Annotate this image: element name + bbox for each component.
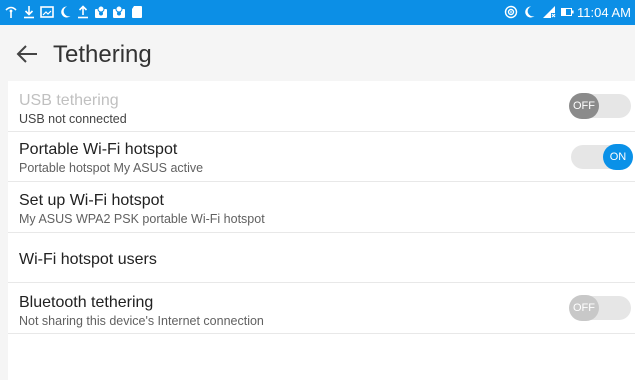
setting-subtitle: Portable hotspot My ASUS active bbox=[19, 161, 204, 175]
setting-title: Set up Wi-Fi hotspot bbox=[19, 192, 164, 209]
badge-icon bbox=[112, 5, 126, 19]
setting-title: Bluetooth tethering bbox=[19, 294, 154, 311]
setting-subtitle: USB not connected bbox=[19, 112, 127, 126]
moon-icon bbox=[58, 5, 72, 19]
setting-bluetooth-tethering[interactable]: Bluetooth tethering Not sharing this dev… bbox=[8, 283, 635, 334]
upload-icon bbox=[76, 5, 90, 19]
setting-hotspot-users[interactable]: Wi-Fi hotspot users bbox=[8, 233, 635, 283]
setting-subtitle: Not sharing this device's Internet conne… bbox=[19, 314, 264, 328]
setting-setup-hotspot[interactable]: Set up Wi-Fi hotspot My ASUS WPA2 PSK po… bbox=[8, 182, 635, 233]
portable-hotspot-toggle[interactable]: ON bbox=[571, 144, 633, 170]
toggle-label: ON bbox=[603, 144, 633, 170]
sd-card-icon bbox=[130, 5, 144, 19]
wifi-tether-icon bbox=[4, 5, 18, 19]
battery-icon bbox=[560, 5, 574, 19]
setting-title: Wi-Fi hotspot users bbox=[19, 251, 157, 268]
page-title: Tethering bbox=[53, 41, 152, 68]
setting-title: USB tethering bbox=[19, 92, 119, 109]
hotspot-icon bbox=[504, 5, 518, 19]
download-icon bbox=[22, 5, 36, 19]
setting-usb-tethering: USB tethering USB not connected OFF bbox=[8, 81, 635, 132]
setting-title: Portable Wi-Fi hotspot bbox=[19, 141, 178, 158]
setting-subtitle: My ASUS WPA2 PSK portable Wi-Fi hotspot bbox=[19, 212, 265, 226]
toggle-label: OFF bbox=[569, 295, 599, 321]
toolbar: Tethering bbox=[0, 25, 635, 81]
image-icon bbox=[40, 5, 54, 19]
toggle-label: OFF bbox=[569, 93, 599, 119]
signal-icon bbox=[542, 5, 556, 19]
status-bar: 11:04 AM bbox=[0, 0, 635, 25]
badge-icon bbox=[94, 5, 108, 19]
moon-icon bbox=[522, 5, 536, 19]
settings-list: USB tethering USB not connected OFF Port… bbox=[8, 81, 635, 380]
back-arrow-icon[interactable] bbox=[16, 44, 38, 64]
bluetooth-tethering-toggle[interactable]: OFF bbox=[569, 295, 631, 321]
usb-tethering-toggle: OFF bbox=[569, 93, 631, 119]
setting-portable-hotspot[interactable]: Portable Wi-Fi hotspot Portable hotspot … bbox=[8, 132, 635, 182]
clock: 11:04 AM bbox=[577, 5, 631, 20]
